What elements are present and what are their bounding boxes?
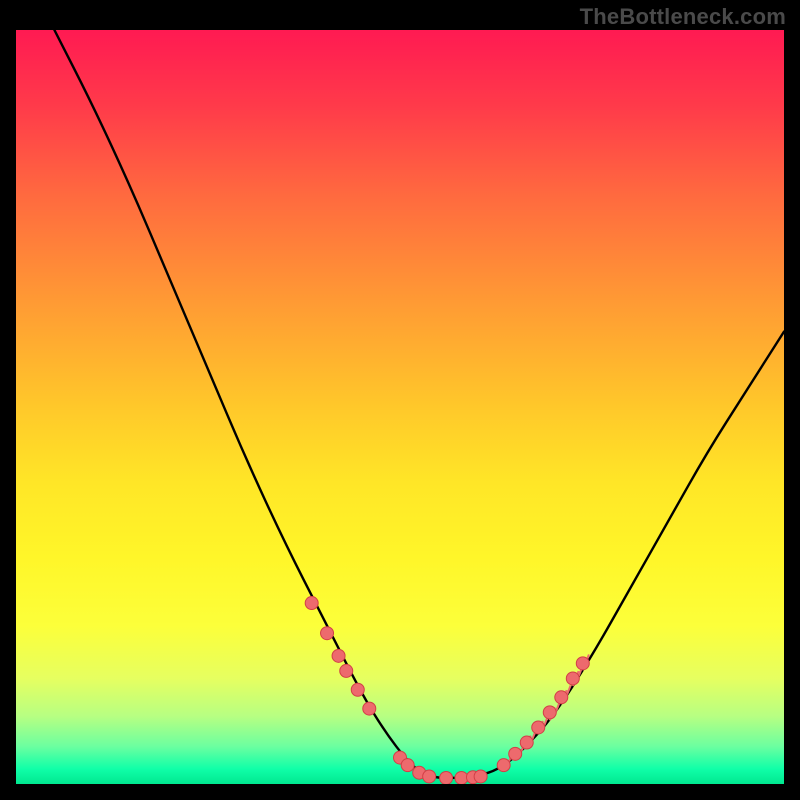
marker-dot <box>474 770 487 783</box>
chart-svg <box>16 30 784 784</box>
marker-dot <box>497 759 510 772</box>
bottleneck-curve <box>54 30 784 778</box>
marker-dot <box>555 691 568 704</box>
marker-dot <box>321 627 334 640</box>
marker-dot <box>305 597 318 610</box>
marker-dot <box>566 672 579 685</box>
marker-dot <box>576 657 589 670</box>
marker-dot <box>363 702 376 715</box>
marker-dot <box>340 664 353 677</box>
marker-dot <box>423 770 436 783</box>
marker-dot <box>520 736 533 749</box>
chart-frame: TheBottleneck.com <box>0 0 800 800</box>
marker-dot <box>509 747 522 760</box>
marker-dot <box>351 683 364 696</box>
marker-dot <box>401 759 414 772</box>
plot-area <box>16 30 784 784</box>
marker-dot <box>543 706 556 719</box>
marker-dot <box>532 721 545 734</box>
curve-markers <box>305 597 589 784</box>
watermark-text: TheBottleneck.com <box>580 4 786 30</box>
marker-dot <box>332 649 345 662</box>
marker-dot <box>440 771 453 784</box>
